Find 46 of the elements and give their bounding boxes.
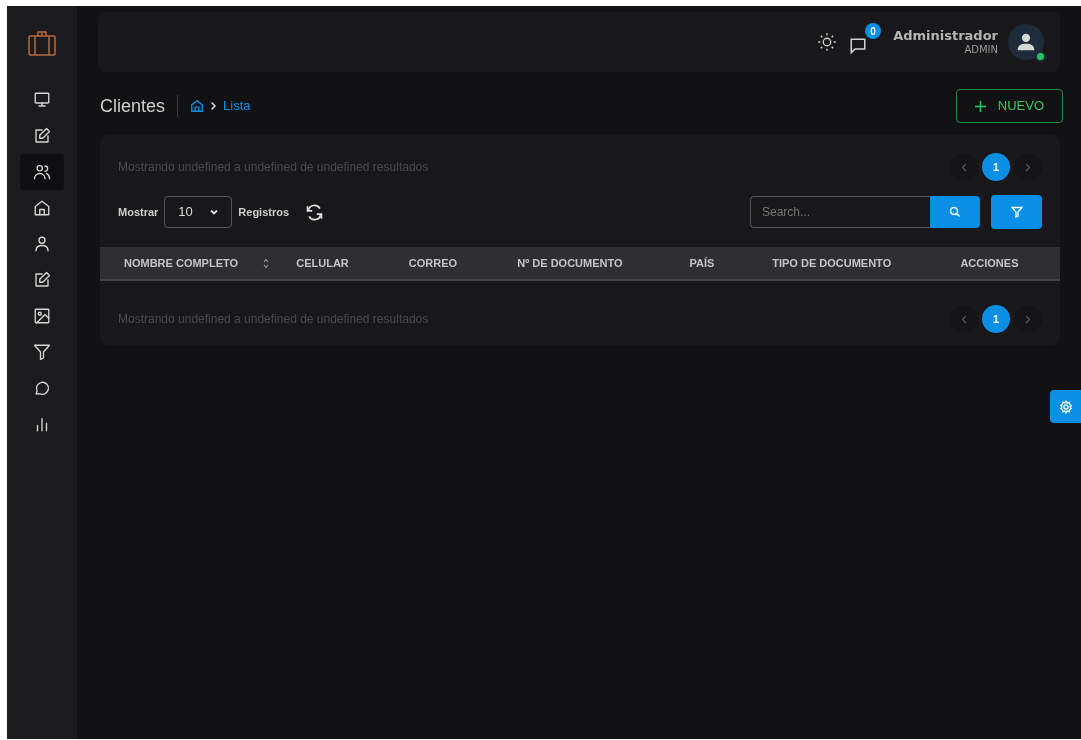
breadcrumb-link[interactable]: Lista (223, 96, 251, 116)
chevron-left-icon (961, 314, 967, 324)
search-icon (949, 206, 961, 218)
page-size-select[interactable]: 10 (164, 196, 233, 228)
filter-icon (1010, 206, 1023, 218)
column-header[interactable]: NOMBRE COMPLETO (124, 254, 297, 272)
refresh-icon[interactable] (305, 203, 325, 221)
notification-badge: 0 (865, 23, 882, 39)
page-title: Clientes (100, 94, 166, 118)
sort-icon[interactable] (263, 257, 270, 269)
chat-icon[interactable] (849, 37, 868, 55)
chevron-right-icon (210, 101, 218, 111)
users-icon (33, 163, 51, 181)
column-header: Nº DE DOCUMENTO (517, 255, 624, 271)
column-header: CORREO (408, 255, 459, 271)
chevron-left-icon (961, 162, 967, 172)
chat-bubble-icon (33, 379, 51, 397)
edit-icon (33, 271, 51, 289)
user-name: Administrador (893, 28, 998, 44)
settings-icon (1058, 399, 1073, 414)
chevron-right-icon (1025, 314, 1031, 324)
search-field[interactable]: Search... (750, 196, 930, 228)
image-icon (33, 307, 51, 325)
user-silhouette-icon (1016, 32, 1036, 52)
avatar[interactable] (1008, 24, 1044, 60)
briefcase-logo-icon (28, 30, 56, 56)
chevron-right-icon (1025, 162, 1031, 172)
filter-icon (33, 343, 51, 361)
user-icon (33, 235, 51, 253)
plus-icon (974, 100, 986, 112)
column-header: TIPO DE DOCUMENTO (772, 255, 893, 271)
column-header: PAÍS (689, 255, 716, 271)
settings-button[interactable] (1050, 390, 1081, 423)
sun-icon[interactable] (817, 32, 838, 52)
column-header: ACCIONES (960, 255, 1020, 271)
monitor-icon (33, 91, 51, 109)
edit-icon (33, 127, 51, 145)
sidebar-item[interactable] (20, 154, 64, 190)
home-icon (33, 199, 51, 217)
column-header: CELULAR (296, 255, 350, 271)
records-label: Registros (238, 204, 290, 220)
show-label: Mostrar (118, 204, 159, 220)
new-button[interactable]: NUEVO (955, 89, 1063, 123)
home-icon[interactable] (190, 99, 205, 113)
caret-icon (210, 209, 219, 215)
user-role: ADMIN (964, 44, 998, 56)
